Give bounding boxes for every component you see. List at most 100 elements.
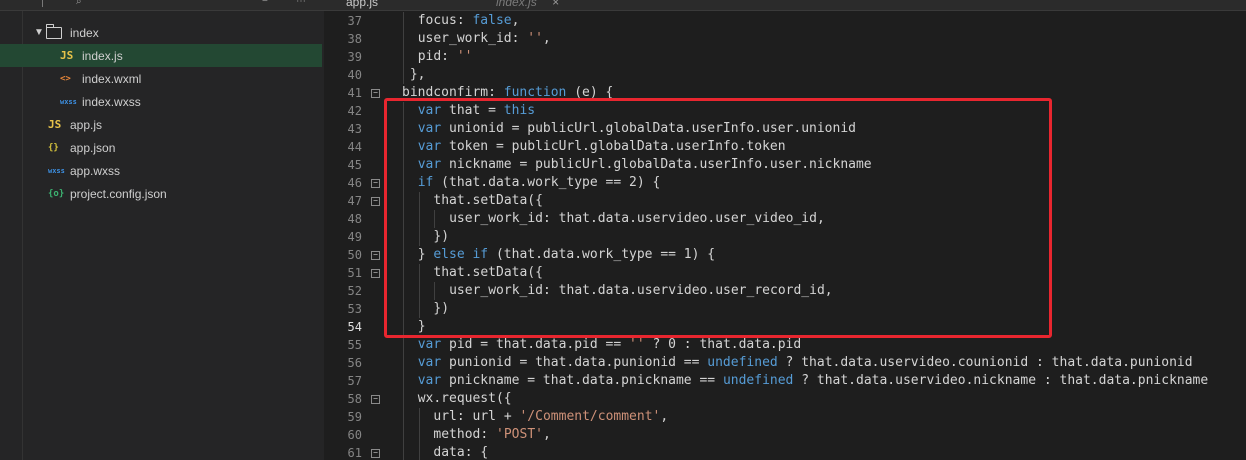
close-icon[interactable]: × — [552, 0, 559, 9]
indent-guide — [403, 444, 404, 460]
line-number: 53 — [347, 302, 362, 316]
tree-item-label: index.wxml — [82, 71, 142, 86]
tree-item-label: app.wxss — [70, 163, 121, 178]
tree-folder-index[interactable]: ▼ index — [0, 21, 322, 44]
code-token: ? 0 : that.data.pid — [644, 337, 802, 352]
indent-guide — [403, 372, 404, 390]
folder-icon — [46, 23, 62, 39]
code-text: url: url + '/Comment/comment', — [433, 408, 668, 426]
search-icon[interactable]: ⌕ — [76, 0, 82, 7]
code-line[interactable]: 61− data: { — [324, 444, 1246, 460]
wxss-file-icon: wxss — [60, 97, 77, 106]
tree-item-app-wxss[interactable]: wxss app.wxss — [0, 159, 322, 182]
code-text: focus: false, — [418, 12, 520, 30]
fold-toggle-icon[interactable]: − — [371, 449, 380, 458]
tree-item-label: index.wxss — [82, 94, 141, 109]
line-number: 37 — [347, 14, 362, 28]
code-text: wx.request({ — [418, 390, 512, 408]
code-text: user_work_id: '', — [418, 30, 551, 48]
indent-guide — [403, 66, 404, 84]
json-file-icon: {} — [48, 142, 59, 153]
code-text: var pnickname = that.data.pnickname == u… — [418, 372, 1209, 390]
collapse-icon[interactable]: − — [262, 0, 268, 7]
code-text: data: { — [433, 444, 488, 460]
file-explorer: ▼ index JS index.js <> index.wxml wxss i… — [0, 11, 324, 460]
js-file-icon: JS — [60, 49, 74, 62]
tree-item-app-js[interactable]: JS app.js — [0, 113, 322, 136]
code-line[interactable]: 60 method: 'POST', — [324, 426, 1246, 444]
fold-toggle-icon[interactable]: − — [371, 89, 380, 98]
indent-guide — [418, 426, 420, 444]
tab-label: index.js — [496, 0, 537, 9]
code-text: }, — [410, 66, 426, 84]
js-file-icon: JS — [48, 118, 62, 131]
tab-app-js[interactable]: app.js — [336, 0, 388, 10]
line-number: 38 — [347, 32, 362, 46]
keyword-token: undefined — [707, 355, 778, 370]
fold-toggle-icon[interactable]: − — [371, 197, 380, 206]
tree-item-index-js[interactable]: JS index.js — [0, 44, 322, 67]
code-token: pnickname = that.data.pnickname == — [441, 373, 723, 388]
indent-guide — [403, 336, 404, 354]
red-annotation-box — [384, 98, 1052, 338]
code-line[interactable]: 40}, — [324, 66, 1246, 84]
tree-item-app-json[interactable]: {} app.json — [0, 136, 322, 159]
keyword-token: false — [472, 13, 512, 28]
indent-guide — [403, 48, 404, 66]
tree-item-project-config-json[interactable]: {o} project.config.json — [0, 182, 322, 205]
fold-toggle-icon[interactable]: − — [371, 251, 380, 260]
tree-item-label: project.config.json — [70, 186, 167, 201]
line-number: 56 — [347, 356, 362, 370]
line-number: 50 — [347, 248, 362, 262]
code-line[interactable]: 39 pid: '' — [324, 48, 1246, 66]
code-token: , — [660, 409, 669, 424]
config-file-icon: {o} — [48, 188, 65, 199]
code-line[interactable]: 38 user_work_id: '', — [324, 30, 1246, 48]
indent-guide — [418, 444, 420, 460]
code-token: pid = that.data.pid == — [441, 337, 630, 352]
code-token: focus: — [417, 13, 473, 28]
keyword-token: undefined — [722, 373, 794, 388]
more-icon[interactable]: ⋯ — [296, 0, 306, 7]
code-token: punionid = that.data.punionid == — [441, 355, 708, 370]
string-token: '/Comment/comment' — [519, 409, 661, 424]
code-text: var pid = that.data.pid == '' ? 0 : that… — [418, 336, 802, 354]
line-number: 61 — [347, 446, 362, 460]
chevron-down-icon[interactable]: ▼ — [34, 27, 46, 38]
tab-label: app.js — [346, 0, 379, 9]
tree-item-index-wxss[interactable]: wxss index.wxss — [0, 90, 322, 113]
fold-toggle-icon[interactable]: − — [371, 179, 380, 188]
code-line[interactable]: 57 var pnickname = that.data.pnickname ==… — [324, 372, 1246, 390]
tab-index-js[interactable]: index.js × — [486, 0, 569, 10]
toolbar-split-icon[interactable]: │ — [40, 0, 46, 7]
line-number: 57 — [347, 374, 362, 388]
line-number: 54 — [347, 320, 362, 334]
code-text: var punionid = that.data.punionid == und… — [418, 354, 1193, 372]
tree-item-index-wxml[interactable]: <> index.wxml — [0, 67, 322, 90]
line-number: 60 — [347, 428, 362, 442]
code-token: , — [511, 13, 520, 28]
line-number: 47 — [347, 194, 362, 208]
keyword-token: var — [417, 373, 442, 388]
fold-toggle-icon[interactable]: − — [371, 395, 380, 404]
code-line[interactable]: 37 focus: false, — [324, 12, 1246, 30]
code-token: url: url + — [433, 409, 520, 424]
tree-item-label: app.js — [70, 117, 103, 132]
indent-guide — [403, 30, 404, 48]
tree-item-label: app.json — [70, 140, 116, 155]
code-token: pid: — [417, 49, 457, 64]
code-line[interactable]: 56 var punionid = that.data.punionid == u… — [324, 354, 1246, 372]
keyword-token: var — [417, 355, 442, 370]
line-number: 58 — [347, 392, 362, 406]
code-line[interactable]: 58− wx.request({ — [324, 390, 1246, 408]
code-token: , — [542, 427, 551, 442]
code-token: method: — [433, 427, 497, 442]
fold-toggle-icon[interactable]: − — [371, 269, 380, 278]
line-number: 48 — [347, 212, 362, 226]
code-line[interactable]: 55 var pid = that.data.pid == '' ? 0 : th… — [324, 336, 1246, 354]
code-line[interactable]: 59 url: url + '/Comment/comment', — [324, 408, 1246, 426]
string-token: '' — [629, 337, 645, 352]
code-token: , — [542, 31, 551, 46]
code-token: ? that.data.uservideo.nickname : that.da… — [793, 373, 1209, 388]
indent-guide — [403, 12, 404, 30]
